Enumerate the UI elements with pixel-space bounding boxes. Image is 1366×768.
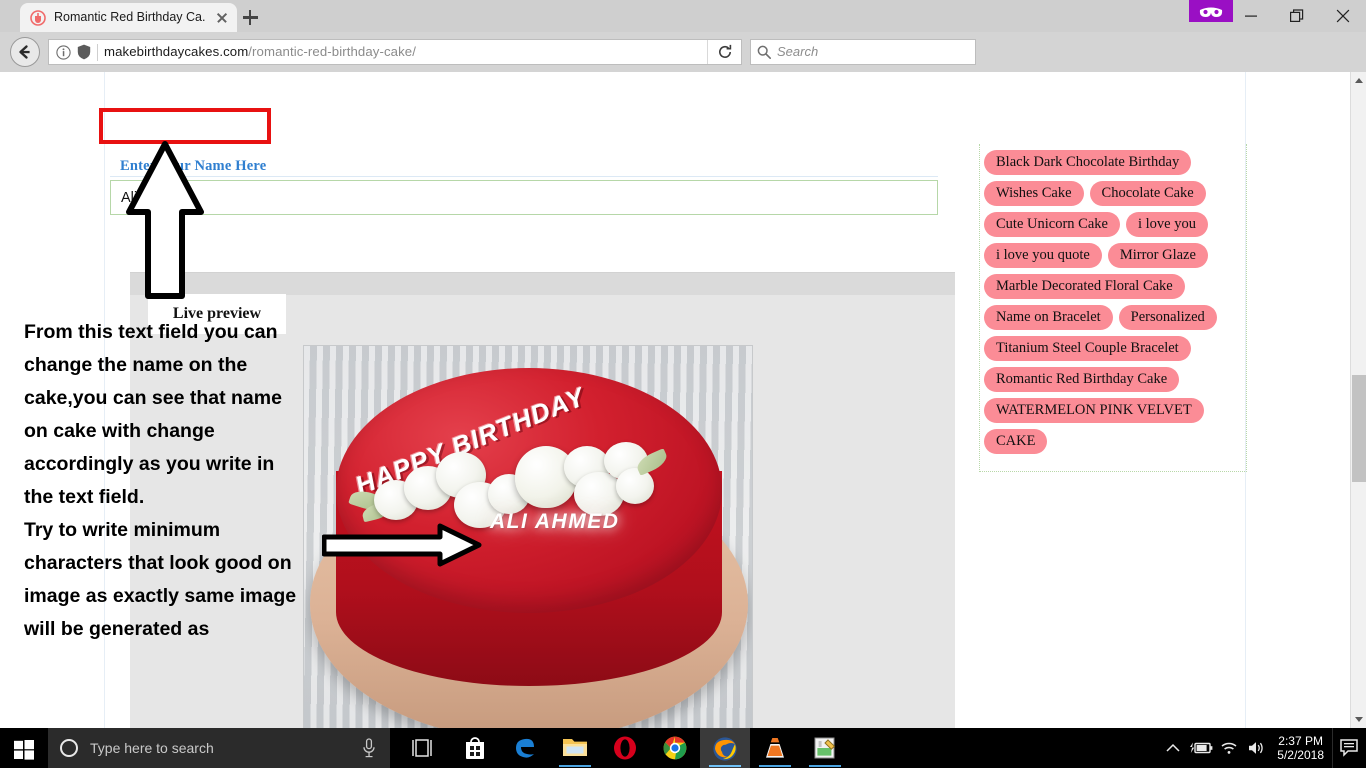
preview-panel-header [130,273,955,295]
search-placeholder: Search [777,44,819,59]
tag-item[interactable]: Chocolate Cake [1089,181,1206,206]
live-preview-heading-box: Live preview [148,294,286,334]
name-field-label: Enter Your Name Here [120,158,267,174]
tag-item[interactable]: Name on Bracelet [984,305,1113,330]
taskbar-clock[interactable]: 2:37 PM 5/2/2018 [1271,734,1332,762]
page-info-icon[interactable] [53,40,75,64]
mozilla-firefox-icon[interactable] [700,728,750,768]
tag-item[interactable]: i love you quote [984,243,1102,268]
content-rail-left [104,72,105,728]
name-input-container[interactable] [110,180,938,215]
microsoft-store-icon[interactable] [450,728,500,768]
windows-taskbar: Type here to search 2:37 PM 5/2/2018 [0,728,1366,768]
tracking-protection-shield-icon[interactable] [75,40,95,64]
close-icon[interactable] [213,9,231,27]
live-preview-heading: Live preview [172,305,262,322]
close-window-button[interactable] [1320,0,1366,32]
clock-date: 5/2/2018 [1277,748,1324,762]
vlc-media-player-icon[interactable] [750,728,800,768]
search-icon [751,40,777,64]
tag-item[interactable]: Titanium Steel Couple Bracelet [984,336,1191,361]
browser-tab[interactable]: Romantic Red Birthday Ca... [20,3,237,32]
cortana-circle-icon [60,739,78,757]
microphone-icon[interactable] [362,738,376,763]
tag-list: Black Dark Chocolate Birthday Wishes Cak… [984,150,1242,454]
battery-charging-icon[interactable] [1187,728,1215,768]
private-browsing-mask-icon [1189,0,1233,22]
action-center-icon[interactable] [1332,728,1366,768]
page-viewport: Enter Your Name Here Live preview HAPPY … [0,72,1366,728]
tag-item[interactable]: Black Dark Chocolate Birthday [984,150,1192,175]
tag-item[interactable]: Cute Unicorn Cake [984,212,1120,237]
clock-time: 2:37 PM [1278,734,1323,748]
form-hairline [110,176,938,177]
back-button[interactable] [10,37,40,67]
tag-item[interactable]: Personalized [1118,305,1217,330]
tag-item[interactable]: WATERMELON PINK VELVET [984,398,1204,423]
image-editor-icon[interactable] [800,728,850,768]
url-path: /romantic-red-birthday-cake/ [248,44,416,59]
wifi-icon[interactable] [1215,728,1243,768]
scroll-down-icon[interactable] [1351,711,1366,728]
search-bar[interactable]: Search [750,39,976,65]
scroll-up-icon[interactable] [1351,72,1366,89]
cake-name-text: ALI AHMED [490,510,620,533]
minimize-button[interactable] [1228,0,1274,32]
new-tab-button[interactable] [236,4,264,30]
task-view-button[interactable] [400,728,444,768]
taskbar-search-box[interactable]: Type here to search [48,728,390,768]
opera-browser-icon[interactable] [600,728,650,768]
taskbar-app-buttons [450,728,850,768]
show-hidden-icons-chevron[interactable] [1159,728,1187,768]
reload-icon[interactable] [707,40,741,64]
cake-preview-image[interactable]: HAPPY BIRTHDAY ALI AHMED [303,345,753,728]
url-text: makebirthdaycakes.com/romantic-red-birth… [104,40,707,64]
volume-icon[interactable] [1243,728,1271,768]
tag-cloud-sidebar: Black Dark Chocolate Birthday Wishes Cak… [979,144,1247,472]
microsoft-edge-icon[interactable] [500,728,550,768]
tag-item[interactable]: CAKE [984,429,1048,454]
tag-item[interactable]: Wishes Cake [984,181,1084,206]
search-input[interactable] [121,181,921,214]
tab-title: Romantic Red Birthday Ca... [54,10,205,24]
tag-item[interactable]: i love you [1125,212,1208,237]
start-button[interactable] [0,728,48,768]
tag-item[interactable]: Marble Decorated Floral Cake [984,274,1185,299]
tag-item[interactable]: Romantic Red Birthday Cake [984,367,1180,392]
maximize-button[interactable] [1274,0,1320,32]
browser-nav-toolbar: makebirthdaycakes.com/romantic-red-birth… [0,32,1366,93]
tag-item[interactable]: Mirror Glaze [1107,243,1208,268]
file-explorer-icon[interactable] [550,728,600,768]
site-favicon [30,9,46,26]
address-bar[interactable]: makebirthdaycakes.com/romantic-red-birth… [48,39,742,65]
url-host: makebirthdaycakes.com [104,44,249,59]
taskbar-search-placeholder: Type here to search [90,740,214,756]
google-chrome-icon[interactable] [650,728,700,768]
page-scrollbar[interactable] [1350,72,1366,728]
system-tray: 2:37 PM 5/2/2018 [1159,728,1366,768]
address-separator [97,43,98,61]
scrollbar-thumb[interactable] [1352,375,1366,482]
browser-title-bar: Romantic Red Birthday Ca... [0,0,1366,32]
browser-window: Romantic Red Birthday Ca... makebirthday… [0,0,1366,728]
web-page: Enter Your Name Here Live preview HAPPY … [0,72,1350,728]
